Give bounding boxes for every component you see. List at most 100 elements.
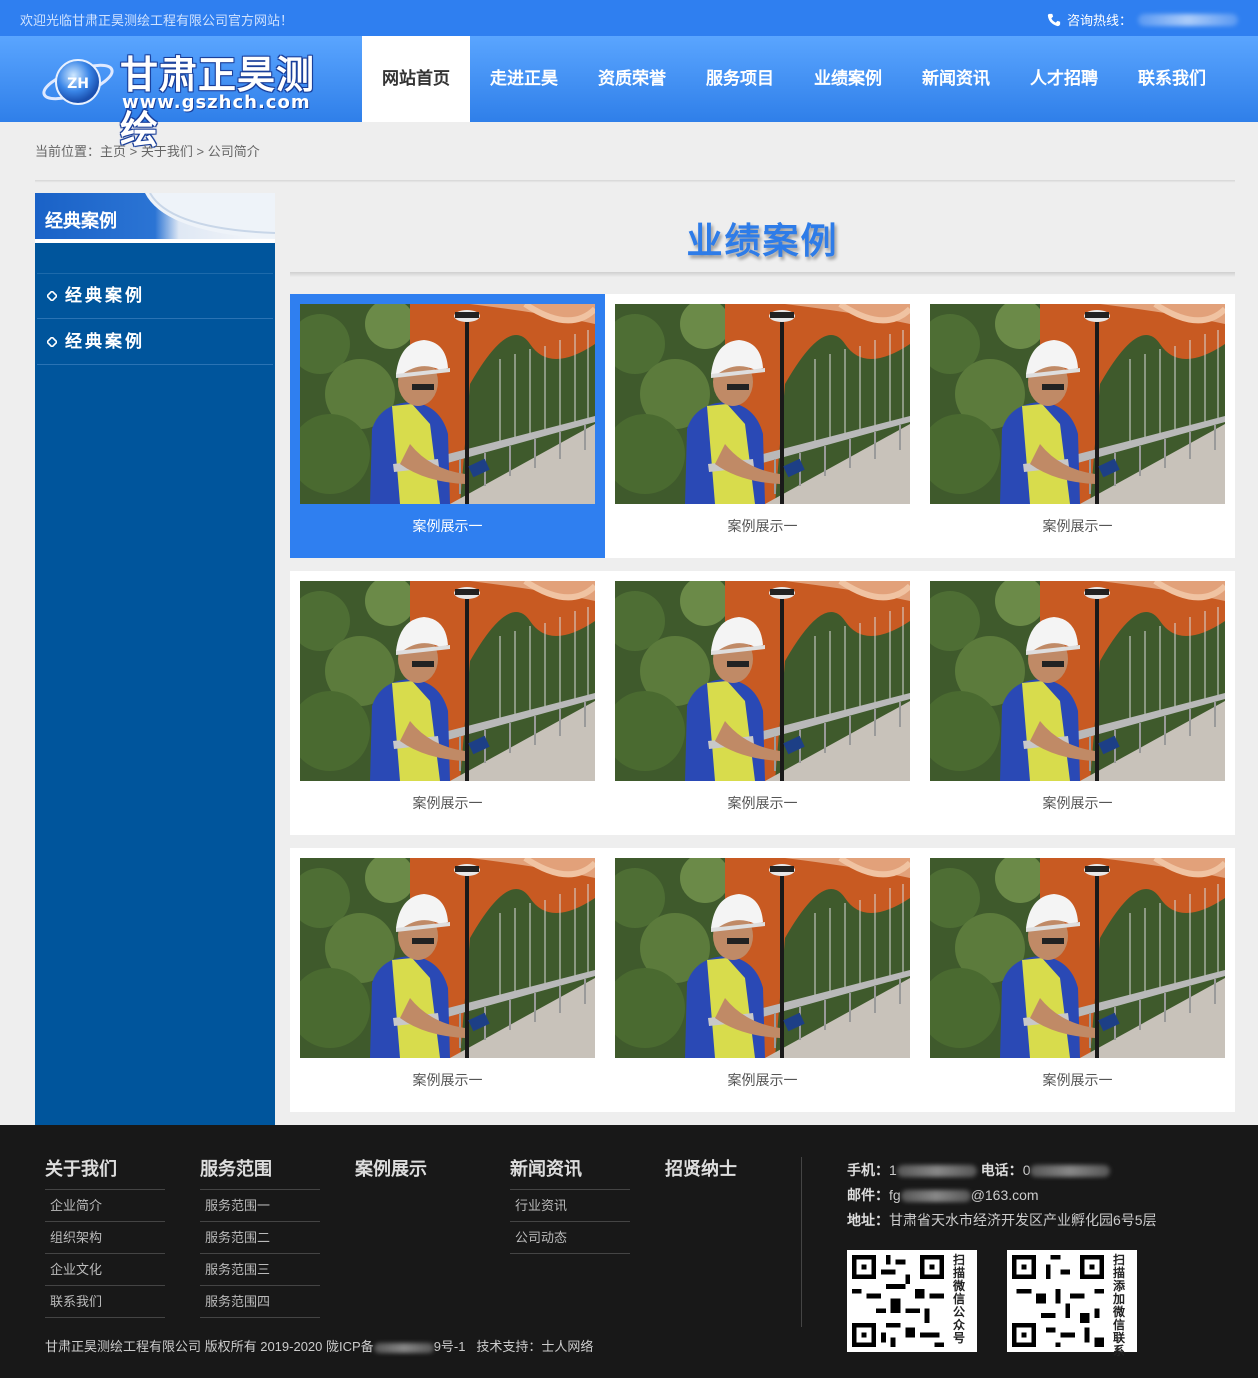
case-photo[interactable]: [300, 304, 595, 504]
qr-caption: 扫描微信公众号: [953, 1253, 966, 1345]
footer-divider: [801, 1157, 802, 1327]
qr-wechat-contact: 扫描添加微信联系: [1007, 1250, 1137, 1358]
case-label[interactable]: 案例展示一: [920, 1070, 1235, 1090]
case-card[interactable]: 案例展示一: [920, 294, 1235, 558]
nav-item-honors[interactable]: 资质荣誉: [578, 36, 686, 122]
nav-item-news[interactable]: 新闻资讯: [902, 36, 1010, 122]
case-card[interactable]: 案例展示一: [290, 848, 605, 1112]
case-label[interactable]: 案例展示一: [605, 516, 920, 536]
case-photo[interactable]: [300, 581, 595, 781]
tech-support-link[interactable]: 技术支持：士人网络: [476, 1339, 593, 1354]
footer-link[interactable]: 公司动态: [510, 1222, 630, 1254]
nav-item-jobs[interactable]: 人才招聘: [1010, 36, 1118, 122]
footer-link[interactable]: 企业简介: [45, 1190, 165, 1222]
footer-col-jobs: 招贤纳士: [665, 1155, 785, 1190]
sidebar: 经典案例 经典案例 经典案例: [35, 193, 275, 1125]
sidebar-item-classic-cases[interactable]: 经典案例: [37, 273, 273, 319]
welcome-text: 欢迎光临甘肃正昊测绘工程有限公司官方网站！: [20, 13, 294, 28]
phone-redacted: [1030, 1165, 1111, 1178]
case-photo[interactable]: [930, 304, 1225, 504]
mobile-redacted: [896, 1165, 977, 1178]
breadcrumb-home[interactable]: 主页: [100, 144, 126, 159]
breadcrumb-separator: >: [129, 144, 138, 159]
case-card[interactable]: 案例展示一: [605, 848, 920, 1112]
case-label[interactable]: 案例展示一: [920, 516, 1235, 536]
case-label[interactable]: 案例展示一: [605, 793, 920, 813]
footer-col-title[interactable]: 关于我们: [45, 1155, 165, 1190]
breadcrumb-divider: [35, 180, 1235, 183]
nav-item-cases[interactable]: 业绩案例: [794, 36, 902, 122]
case-label[interactable]: 案例展示一: [290, 1070, 605, 1090]
footer-col-title[interactable]: 新闻资讯: [510, 1155, 630, 1190]
breadcrumb: 当前位置：主页 > 关于我们 > 公司简介: [35, 141, 260, 160]
nav-item-home[interactable]: 网站首页: [362, 36, 470, 122]
qr-wechat-official: 扫描微信公众号: [847, 1250, 977, 1352]
footer-col-title[interactable]: 服务范围: [200, 1155, 320, 1190]
hotline-label: 咨询热线：: [1066, 13, 1132, 28]
footer-col-title[interactable]: 案例展示: [355, 1155, 475, 1190]
case-photo[interactable]: [615, 581, 910, 781]
top-bar: 欢迎光临甘肃正昊测绘工程有限公司官方网站！ 咨询热线：: [0, 0, 1258, 36]
qr-caption: 扫描添加微信联系: [1113, 1253, 1126, 1358]
svg-text:ZH: ZH: [67, 76, 89, 92]
contact-phones: 手机：1 电话：0: [847, 1158, 1157, 1183]
case-label[interactable]: 案例展示一: [290, 793, 605, 813]
footer-link[interactable]: 行业资讯: [510, 1190, 630, 1222]
case-label[interactable]: 案例展示一: [920, 793, 1235, 813]
footer-link[interactable]: 服务范围一: [200, 1190, 320, 1222]
case-row: 案例展示一 案例展示一 案例展示一: [290, 571, 1235, 835]
sidebar-item-classic-cases[interactable]: 经典案例: [37, 319, 273, 365]
site-logo[interactable]: ZH 甘肃正昊测绘 www.gszhch.com: [36, 42, 336, 152]
footer-col-title[interactable]: 招贤纳士: [665, 1155, 785, 1190]
footer-link[interactable]: 服务范围二: [200, 1222, 320, 1254]
logo-url: www.gszhch.com: [122, 92, 311, 113]
case-label[interactable]: 案例展示一: [605, 1070, 920, 1090]
case-label[interactable]: 案例展示一: [290, 516, 605, 536]
page-title: 业绩案例: [686, 221, 839, 262]
case-photo[interactable]: [300, 858, 595, 1058]
contact-address: 地址：甘肃省天水市经济开发区产业孵化园6号5层: [847, 1212, 1157, 1228]
site-footer: 关于我们 企业简介 组织架构 企业文化 联系我们 服务范围 服务范围一 服务范围…: [0, 1125, 1258, 1378]
case-card[interactable]: 案例展示一: [920, 848, 1235, 1112]
footer-link[interactable]: 服务范围四: [200, 1286, 320, 1318]
sidebar-item-label: 经典案例: [65, 331, 145, 351]
case-card[interactable]: 案例展示一: [605, 571, 920, 835]
footer-link[interactable]: 联系我们: [45, 1286, 165, 1318]
case-photo[interactable]: [615, 304, 910, 504]
case-photo[interactable]: [930, 581, 1225, 781]
site-header: ZH 甘肃正昊测绘 www.gszhch.com 网站首页 走进正昊 资质荣誉 …: [0, 36, 1258, 152]
nav-item-contact[interactable]: 联系我们: [1118, 36, 1226, 122]
case-row: 案例展示一 案例展示一 案例展示一: [290, 848, 1235, 1112]
footer-link[interactable]: 服务范围三: [200, 1254, 320, 1286]
sidebar-list: 经典案例 经典案例: [35, 273, 275, 365]
hotline-number-redacted: [1138, 13, 1238, 26]
nav-item-about[interactable]: 走进正昊: [470, 36, 578, 122]
hotline: 咨询热线：: [1047, 10, 1238, 29]
breadcrumb-about[interactable]: 关于我们: [141, 144, 193, 159]
case-row: 案例展示一 案例展示一 案例展示一: [290, 294, 1235, 558]
footer-contact: 手机：1 电话：0 邮件：fg @163.com 地址：甘肃省天水市经济开发区产业…: [847, 1158, 1157, 1233]
qr-code-icon: [847, 1250, 949, 1352]
sidebar-title: 经典案例: [45, 211, 117, 231]
case-card[interactable]: 案例展示一: [290, 294, 605, 558]
breadcrumb-current: 公司简介: [207, 144, 260, 159]
logo-globe-icon: ZH: [42, 59, 114, 105]
case-card[interactable]: 案例展示一: [290, 571, 605, 835]
email-redacted: [900, 1190, 971, 1203]
footer-link[interactable]: 企业文化: [45, 1254, 165, 1286]
case-photo[interactable]: [930, 858, 1225, 1058]
footer-col-about: 关于我们 企业简介 组织架构 企业文化 联系我们: [45, 1155, 165, 1318]
icp-redacted: [373, 1342, 434, 1353]
case-photo[interactable]: [615, 858, 910, 1058]
breadcrumb-label: 当前位置：: [35, 144, 101, 159]
case-card[interactable]: 案例展示一: [605, 294, 920, 558]
contact-email: 邮件：fg @163.com: [847, 1187, 1039, 1203]
case-card[interactable]: 案例展示一: [920, 571, 1235, 835]
footer-col-news: 新闻资讯 行业资讯 公司动态: [510, 1155, 630, 1254]
nav-item-services[interactable]: 服务项目: [686, 36, 794, 122]
footer-link[interactable]: 组织架构: [45, 1222, 165, 1254]
sidebar-item-label: 经典案例: [65, 286, 145, 305]
sidebar-header-swoosh: [145, 193, 275, 239]
sidebar-header: 经典案例: [35, 193, 275, 243]
footer-col-services: 服务范围 服务范围一 服务范围二 服务范围三 服务范围四: [200, 1155, 320, 1318]
